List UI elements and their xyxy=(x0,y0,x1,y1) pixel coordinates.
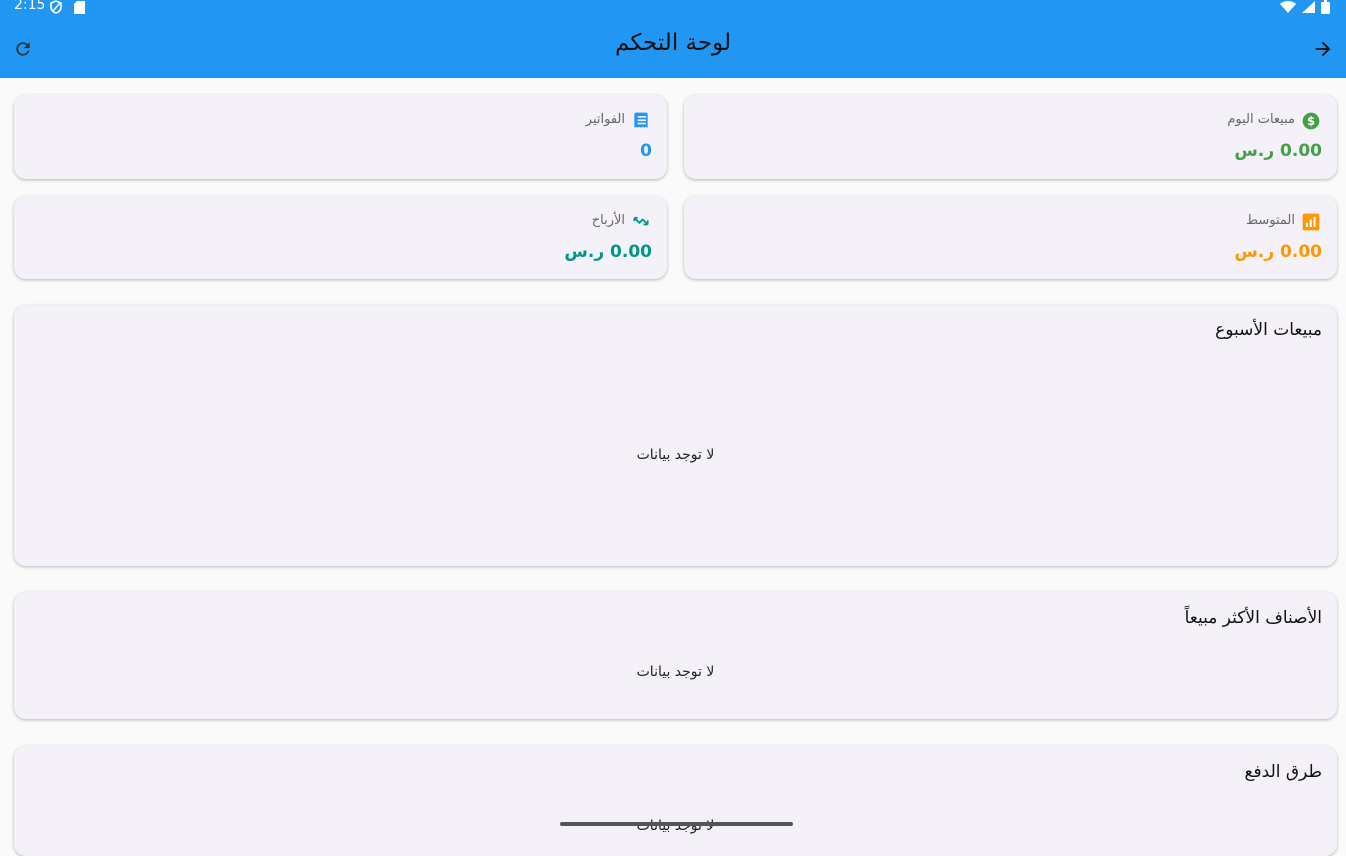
bar-chart-icon xyxy=(1302,213,1320,231)
profits-value: 0.00 ر.س xyxy=(564,242,652,262)
average-value: 0.00 ر.س xyxy=(1234,242,1322,262)
status-time: 2:15 xyxy=(14,0,46,13)
invoices-label: الفواتير xyxy=(585,112,625,127)
cell-signal-icon xyxy=(1302,1,1315,13)
weekly-sales-title: مبيعات الأسبوع xyxy=(1215,320,1322,340)
profits-card[interactable]: الأرباح 0.00 ر.س xyxy=(14,196,667,279)
payment-methods-title: طرق الدفع xyxy=(1244,762,1322,782)
profits-label: الأرباح xyxy=(591,213,625,228)
top-items-card: الأصناف الأكثر مبيعاً لا توجد بيانات xyxy=(14,592,1337,719)
shield-icon xyxy=(50,0,62,14)
battery-icon xyxy=(1321,0,1330,14)
payment-methods-empty: لا توجد بيانات xyxy=(636,818,715,834)
wifi-icon xyxy=(1280,1,1296,13)
trending-icon xyxy=(633,216,649,226)
status-icons-left xyxy=(50,0,85,14)
home-indicator[interactable] xyxy=(560,822,793,826)
dollar-circle-icon: $ xyxy=(1302,112,1320,130)
svg-text:$: $ xyxy=(1307,114,1315,128)
arrow-forward-icon xyxy=(1315,41,1331,57)
back-button[interactable] xyxy=(1310,36,1336,62)
today-sales-value: 0.00 ر.س xyxy=(1234,141,1322,161)
today-sales-label: مبيعات اليوم xyxy=(1227,112,1295,127)
payment-methods-card: طرق الدفع لا توجد بيانات xyxy=(14,746,1337,856)
weekly-sales-empty: لا توجد بيانات xyxy=(636,447,715,463)
average-label: المتوسط xyxy=(1246,213,1295,228)
top-items-empty: لا توجد بيانات xyxy=(636,664,715,680)
invoices-card[interactable]: الفواتير 0 xyxy=(14,95,667,179)
average-card[interactable]: المتوسط 0.00 ر.س xyxy=(684,196,1337,279)
status-bar: 2:15 xyxy=(0,0,1346,14)
app-bar: 2:15 لوحة التحكم xyxy=(0,0,1346,78)
sd-card-icon xyxy=(74,0,85,14)
weekly-sales-card: مبيعات الأسبوع لا توجد بيانات xyxy=(14,305,1337,566)
invoices-value: 0 xyxy=(640,141,652,161)
page-title: لوحة التحكم xyxy=(615,30,731,56)
top-items-title: الأصناف الأكثر مبيعاً xyxy=(1184,608,1322,628)
receipt-icon xyxy=(634,112,648,128)
status-icons-right xyxy=(1280,0,1330,14)
today-sales-card[interactable]: $ مبيعات اليوم 0.00 ر.س xyxy=(684,95,1337,179)
